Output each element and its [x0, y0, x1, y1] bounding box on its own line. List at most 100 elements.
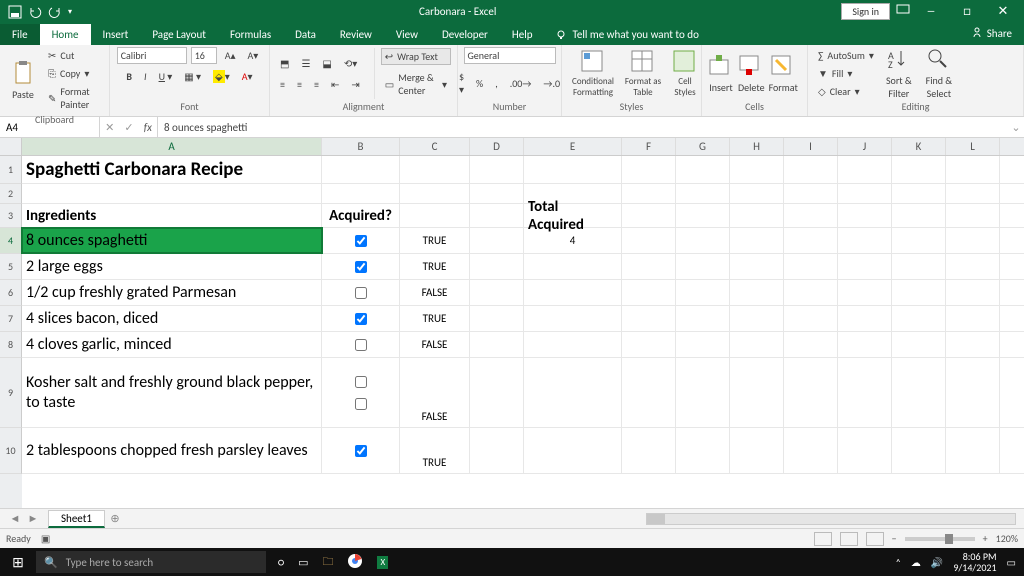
tab-page-layout[interactable]: Page Layout — [140, 24, 218, 45]
align-left-button[interactable]: ≡ — [276, 76, 289, 93]
cell-B7[interactable] — [322, 306, 400, 331]
insert-cells-button[interactable]: Insert — [708, 54, 734, 94]
zoom-out-button[interactable]: − — [892, 532, 897, 545]
cell[interactable] — [892, 156, 946, 183]
cell-C6[interactable]: FALSE — [400, 280, 470, 305]
cell[interactable] — [730, 254, 784, 279]
expand-formula-bar-icon[interactable]: ⌄ — [1008, 117, 1024, 137]
cell[interactable] — [730, 228, 784, 253]
underline-button[interactable]: U ▾ — [155, 68, 177, 85]
cell[interactable] — [676, 156, 730, 183]
cell[interactable] — [676, 428, 730, 473]
cell-A1[interactable]: Spaghetti Carbonara Recipe — [22, 156, 322, 183]
page-break-view-button[interactable] — [866, 532, 884, 546]
cell[interactable] — [470, 358, 524, 427]
bold-button[interactable]: B — [122, 68, 136, 85]
cell[interactable] — [622, 254, 676, 279]
insert-function-icon[interactable]: fx — [144, 121, 152, 134]
cell-A10[interactable]: 2 tablespoons chopped fresh parsley leav… — [22, 428, 322, 473]
chrome-icon[interactable] — [347, 553, 363, 572]
col-header-C[interactable]: C — [400, 138, 470, 155]
cut-button[interactable]: ✂Cut — [44, 47, 103, 64]
cell[interactable] — [470, 254, 524, 279]
cell[interactable] — [524, 254, 622, 279]
cell[interactable] — [946, 358, 1000, 427]
checkbox-B6[interactable] — [355, 287, 367, 299]
decrease-decimal-button[interactable]: →.0 — [539, 75, 564, 92]
col-header-K[interactable]: K — [892, 138, 946, 155]
font-color-button[interactable]: A▾ — [238, 68, 257, 85]
cell[interactable] — [470, 306, 524, 331]
cell[interactable] — [946, 228, 1000, 253]
cell[interactable] — [622, 332, 676, 357]
cell-B5[interactable] — [322, 254, 400, 279]
cell[interactable] — [470, 428, 524, 473]
cell-B9[interactable] — [322, 358, 400, 427]
cell[interactable] — [622, 204, 676, 227]
cell[interactable] — [470, 228, 524, 253]
cell[interactable] — [784, 280, 838, 305]
maximize-button[interactable]: □ — [952, 4, 982, 19]
tab-help[interactable]: Help — [500, 24, 545, 45]
sort-filter-button[interactable]: AZSort & Filter — [882, 47, 916, 100]
cell-B3[interactable]: Acquired? — [322, 204, 400, 227]
cell[interactable] — [400, 156, 470, 183]
col-header-F[interactable]: F — [622, 138, 676, 155]
align-middle-button[interactable]: ☰ — [297, 55, 314, 72]
cell-styles-button[interactable]: Cell Styles — [668, 49, 702, 98]
cell[interactable] — [892, 184, 946, 203]
cell[interactable] — [676, 306, 730, 331]
cell[interactable] — [730, 280, 784, 305]
cell-A3[interactable]: Ingredients — [22, 204, 322, 227]
align-right-button[interactable]: ≡ — [310, 76, 323, 93]
page-layout-view-button[interactable] — [840, 532, 858, 546]
cortana-icon[interactable]: ○ — [278, 556, 284, 569]
cell[interactable] — [946, 428, 1000, 473]
cell[interactable] — [676, 184, 730, 203]
cell-C5[interactable]: TRUE — [400, 254, 470, 279]
tab-formulas[interactable]: Formulas — [218, 24, 283, 45]
sheet-tab[interactable]: Sheet1 — [48, 510, 105, 528]
font-size-select[interactable]: 16 — [191, 47, 217, 64]
cell-B10[interactable] — [322, 428, 400, 473]
wrap-text-button[interactable]: ↩Wrap Text — [381, 48, 451, 65]
cell[interactable] — [946, 156, 1000, 183]
normal-view-button[interactable] — [814, 532, 832, 546]
italic-button[interactable]: I — [140, 68, 151, 85]
tell-me-search[interactable]: Tell me what you want to do — [545, 24, 709, 45]
cell-E3[interactable]: Total Acquired — [524, 204, 622, 227]
cell[interactable] — [892, 204, 946, 227]
cell[interactable] — [838, 228, 892, 253]
file-explorer-icon[interactable]: 🗀 — [322, 553, 333, 572]
fill-button[interactable]: ▼Fill ▾ — [814, 65, 878, 82]
cell[interactable] — [676, 332, 730, 357]
cell[interactable] — [838, 184, 892, 203]
cell[interactable] — [892, 332, 946, 357]
percent-button[interactable]: % — [472, 75, 487, 92]
zoom-level[interactable]: 120% — [996, 532, 1018, 545]
checkbox-B8[interactable] — [355, 339, 367, 351]
formula-bar[interactable]: 8 ounces spaghetti — [158, 117, 1008, 137]
cell[interactable] — [470, 332, 524, 357]
cell-B6[interactable] — [322, 280, 400, 305]
cell[interactable] — [676, 280, 730, 305]
cell[interactable] — [730, 156, 784, 183]
col-header-H[interactable]: H — [730, 138, 784, 155]
cell[interactable] — [838, 254, 892, 279]
cell[interactable] — [946, 332, 1000, 357]
undo-icon[interactable] — [28, 5, 42, 19]
start-button[interactable]: ⊞ — [0, 554, 36, 571]
zoom-slider[interactable] — [905, 537, 975, 541]
col-header-L[interactable]: L — [946, 138, 1000, 155]
cell[interactable] — [22, 184, 322, 203]
tab-data[interactable]: Data — [283, 24, 328, 45]
cell[interactable] — [784, 428, 838, 473]
cell[interactable] — [892, 280, 946, 305]
checkbox-B10[interactable] — [355, 445, 367, 457]
task-view-icon[interactable]: ▭ — [298, 556, 308, 569]
cell-A8[interactable]: 4 cloves garlic, minced — [22, 332, 322, 357]
row-header-6[interactable]: 6 — [0, 280, 22, 306]
cell[interactable] — [622, 228, 676, 253]
cell[interactable] — [946, 306, 1000, 331]
border-button[interactable]: ▦ ▾ — [180, 68, 205, 85]
